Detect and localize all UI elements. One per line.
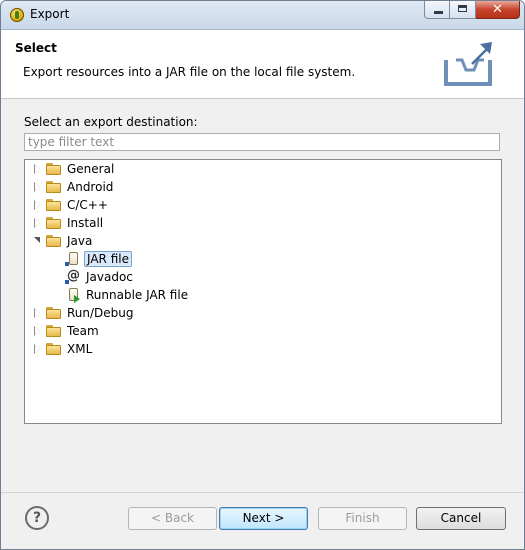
- folder-icon: [46, 217, 62, 229]
- tree-item-label: Run/Debug: [67, 306, 134, 320]
- expand-arrow-icon[interactable]: [33, 304, 43, 322]
- javadoc-icon: [65, 268, 81, 285]
- tree-item-label: Runnable JAR file: [86, 288, 189, 302]
- export-wizard-icon: [444, 42, 492, 86]
- tree-item-label: Java: [67, 234, 93, 248]
- folder-icon: [46, 325, 62, 337]
- folder-icon: [46, 343, 62, 355]
- cancel-button[interactable]: Cancel: [416, 507, 506, 530]
- export-dialog: Export ✕ Select Export resources into a …: [0, 0, 525, 550]
- folder-icon: [46, 163, 62, 175]
- tree-item-xml[interactable]: XML: [33, 340, 94, 358]
- tree-item-android[interactable]: Android: [33, 178, 115, 196]
- folder-icon: [46, 307, 62, 319]
- tree-item-jar-file[interactable]: JAR file: [65, 250, 132, 268]
- tree-item-runnable-jar-file[interactable]: Runnable JAR file: [65, 286, 190, 304]
- tree-item-label: XML: [67, 342, 93, 356]
- tree-item-run-debug[interactable]: Run/Debug: [33, 304, 136, 322]
- jar-file-icon: [65, 251, 81, 267]
- tree-item-general[interactable]: General: [33, 160, 116, 178]
- next-button[interactable]: Next >: [219, 507, 308, 530]
- close-button[interactable]: ✕: [476, 1, 520, 19]
- tree-item-label: JAR file: [84, 251, 132, 267]
- eclipse-app-icon: [10, 8, 24, 22]
- tree-item-label: Install: [67, 216, 104, 230]
- filter-label: Select an export destination:: [24, 115, 198, 129]
- expand-arrow-icon[interactable]: [33, 340, 43, 358]
- minimize-icon: [434, 11, 443, 14]
- expand-arrow-icon[interactable]: [33, 196, 43, 214]
- tree-item-team[interactable]: Team: [33, 322, 101, 340]
- button-bar: ? < Back Next > Finish Cancel: [1, 493, 524, 549]
- tree-item-label: Team: [67, 324, 99, 338]
- expand-arrow-icon[interactable]: [33, 178, 43, 196]
- runnable-jar-icon: [65, 287, 81, 303]
- folder-icon: [46, 199, 62, 211]
- tree-item-label: C/C++: [67, 198, 108, 212]
- tree-item-label: Javadoc: [86, 270, 133, 284]
- maximize-icon: [458, 5, 467, 12]
- maximize-button[interactable]: [450, 1, 476, 19]
- close-icon: ✕: [492, 2, 503, 17]
- collapse-arrow-icon[interactable]: [33, 232, 43, 250]
- folder-open-icon: [46, 235, 62, 247]
- window-controls: ✕: [424, 1, 520, 19]
- expand-arrow-icon[interactable]: [33, 160, 43, 178]
- tree-item-label: General: [67, 162, 115, 176]
- export-destination-tree[interactable]: General Android C/C++ Install Java JAR f…: [24, 159, 502, 424]
- page-title: Select: [15, 41, 57, 55]
- finish-button[interactable]: Finish: [318, 507, 407, 530]
- minimize-button[interactable]: [424, 1, 450, 19]
- help-icon[interactable]: ?: [25, 506, 49, 530]
- tree-item-javadoc[interactable]: Javadoc: [65, 268, 135, 286]
- filter-input[interactable]: [24, 133, 500, 151]
- wizard-header: Select Export resources into a JAR file …: [1, 30, 524, 99]
- wizard-content: Select an export destination: General An…: [1, 99, 524, 491]
- back-button[interactable]: < Back: [128, 507, 217, 530]
- expand-arrow-icon[interactable]: [33, 214, 43, 232]
- folder-icon: [46, 181, 62, 193]
- tree-item-c-cpp[interactable]: C/C++: [33, 196, 110, 214]
- tree-item-java[interactable]: Java: [33, 232, 94, 250]
- tree-item-install[interactable]: Install: [33, 214, 105, 232]
- title-bar[interactable]: Export ✕: [1, 1, 524, 30]
- page-description: Export resources into a JAR file on the …: [23, 65, 356, 79]
- window-title: Export: [30, 7, 70, 21]
- expand-arrow-icon[interactable]: [33, 322, 43, 340]
- tree-item-label: Android: [67, 180, 114, 194]
